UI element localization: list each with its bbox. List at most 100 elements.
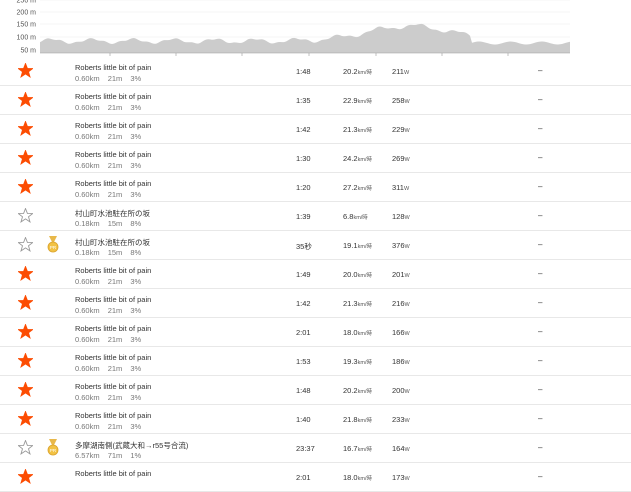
segment-distance: 0.18km — [75, 248, 100, 257]
segment-name[interactable]: Roberts little bit of pain — [75, 63, 151, 72]
power-unit: W — [404, 360, 410, 366]
elevation-area — [40, 23, 570, 53]
star-icon[interactable] — [18, 469, 33, 484]
pr-medal-icon: PR — [47, 439, 59, 456]
segment-row[interactable]: Roberts little bit of pain 0.60km 21m 3%… — [0, 173, 631, 202]
segment-speed: 21.8km/時 — [343, 415, 372, 424]
segment-elevation: 21m — [107, 161, 123, 170]
segment-name[interactable]: Roberts little bit of pain — [75, 92, 151, 101]
segment-name[interactable]: Roberts little bit of pain — [75, 353, 151, 362]
segment-elevation: 21m — [107, 74, 123, 83]
segment-row[interactable]: Roberts little bit of pain 0.60km 21m 3%… — [0, 405, 631, 434]
segment-extra: – — [538, 298, 543, 307]
segment-power: 269W — [392, 154, 410, 163]
segment-grade: 3% — [130, 306, 142, 315]
segment-grade: 3% — [130, 393, 142, 402]
speed-value: 18.0 — [343, 473, 358, 482]
star-icon[interactable] — [18, 266, 33, 281]
segment-row[interactable]: Roberts little bit of pain 0.60km 21m 3%… — [0, 289, 631, 318]
segment-elevation: 21m — [107, 132, 123, 141]
segment-name[interactable]: Roberts little bit of pain — [75, 469, 151, 478]
segment-extra: – — [538, 66, 543, 75]
segment-row[interactable]: Roberts little bit of pain 0.60km 21m 3%… — [0, 115, 631, 144]
segment-name[interactable]: Roberts little bit of pain — [75, 411, 151, 420]
segment-speed: 21.3km/時 — [343, 125, 372, 134]
segment-time: 1:35 — [296, 96, 311, 105]
segment-distance: 0.60km — [75, 393, 100, 402]
star-icon[interactable] — [18, 295, 33, 310]
segment-name[interactable]: Roberts little bit of pain — [75, 295, 151, 304]
star-icon[interactable] — [18, 440, 33, 455]
segment-grade: 3% — [130, 132, 142, 141]
star-icon[interactable] — [18, 92, 33, 107]
speed-unit: km/時 — [357, 447, 372, 453]
segment-row[interactable]: Roberts little bit of pain 0.60km 21m 3%… — [0, 318, 631, 347]
segment-row[interactable]: Roberts little bit of pain 0.60km 21m 3%… — [0, 260, 631, 289]
segment-name[interactable]: 村山町水池駐在所の坂 — [75, 237, 150, 248]
segment-name[interactable]: Roberts little bit of pain — [75, 179, 151, 188]
segment-name[interactable]: Roberts little bit of pain — [75, 266, 151, 275]
speed-unit: km/時 — [357, 389, 372, 395]
segment-meta: 0.60km 21m 3% — [75, 74, 147, 83]
segment-power: 166W — [392, 328, 410, 337]
segment-elevation: 21m — [107, 364, 123, 373]
power-value: 166 — [392, 328, 405, 337]
star-icon[interactable] — [18, 208, 33, 223]
y-axis-labels: 250 m 200 m 150 m 100 m 50 m — [17, 0, 37, 55]
segment-distance: 0.60km — [75, 132, 100, 141]
segment-time: 1:42 — [296, 299, 311, 308]
power-unit: W — [404, 273, 410, 279]
segment-distance: 0.60km — [75, 103, 100, 112]
star-icon[interactable] — [18, 382, 33, 397]
segment-name[interactable]: 多摩湖南側(武蔵大和→r55号合流) — [75, 440, 188, 451]
segment-row[interactable]: Roberts little bit of pain 0.60km 21m 3%… — [0, 376, 631, 405]
segment-meta: 0.60km 21m 3% — [75, 277, 147, 286]
segment-speed: 24.2km/時 — [343, 154, 372, 163]
segment-name[interactable]: Roberts little bit of pain — [75, 150, 151, 159]
star-icon[interactable] — [18, 150, 33, 165]
power-value: 128 — [392, 212, 405, 221]
y-tick-label: 200 m — [17, 10, 37, 17]
segment-name[interactable]: Roberts little bit of pain — [75, 324, 151, 333]
segment-extra: – — [538, 211, 543, 220]
segment-row[interactable]: Roberts little bit of pain 0.60km 21m 3%… — [0, 86, 631, 115]
segment-extra: – — [538, 95, 543, 104]
segment-grade: 3% — [130, 190, 142, 199]
star-icon[interactable] — [18, 179, 33, 194]
segment-speed: 27.2km/時 — [343, 183, 372, 192]
segment-distance: 0.18km — [75, 219, 100, 228]
segment-row[interactable]: Roberts little bit of pain 0.60km 21m 3%… — [0, 144, 631, 173]
segment-grade: 3% — [130, 74, 142, 83]
segment-meta: 0.18km 15m 8% — [75, 219, 147, 228]
segment-row[interactable]: PR 多摩湖南側(武蔵大和→r55号合流) 6.57km 71m 1% 23:37… — [0, 434, 631, 463]
y-tick-label: 100 m — [17, 35, 37, 42]
segment-name[interactable]: 村山町水池駐在所の坂 — [75, 208, 150, 219]
star-icon[interactable] — [18, 121, 33, 136]
power-unit: W — [404, 476, 410, 482]
segment-time: 1:42 — [296, 125, 311, 134]
speed-unit: km/時 — [357, 70, 372, 76]
segment-name[interactable]: Roberts little bit of pain — [75, 121, 151, 130]
star-icon[interactable] — [18, 63, 33, 78]
segment-row[interactable]: PR 村山町水池駐在所の坂 0.18km 15m 8% 35秒 19.1km/時 … — [0, 231, 631, 260]
speed-unit: km/時 — [357, 244, 372, 250]
segment-extra: – — [538, 153, 543, 162]
pr-medal-icon: PR — [47, 236, 59, 253]
star-icon[interactable] — [18, 411, 33, 426]
speed-value: 19.1 — [343, 241, 358, 250]
segment-row[interactable]: Roberts little bit of pain 0.60km 21m 3%… — [0, 57, 631, 86]
segment-row[interactable]: Roberts little bit of pain 0.60km 21m 3%… — [0, 347, 631, 376]
power-unit: W — [404, 215, 410, 221]
power-value: 164 — [392, 444, 405, 453]
star-icon[interactable] — [18, 353, 33, 368]
star-icon[interactable] — [18, 237, 33, 252]
segment-meta: 0.60km 21m 3% — [75, 335, 147, 344]
segment-row[interactable]: 村山町水池駐在所の坂 0.18km 15m 8% 1:39 6.8km/時 12… — [0, 202, 631, 231]
segment-grade: 1% — [130, 451, 142, 460]
segment-row[interactable]: Roberts little bit of pain 2:01 18.0km/時… — [0, 463, 631, 492]
star-icon[interactable] — [18, 324, 33, 339]
power-value: 200 — [392, 386, 405, 395]
segment-name[interactable]: Roberts little bit of pain — [75, 382, 151, 391]
speed-unit: km/時 — [357, 157, 372, 163]
speed-value: 21.3 — [343, 125, 358, 134]
